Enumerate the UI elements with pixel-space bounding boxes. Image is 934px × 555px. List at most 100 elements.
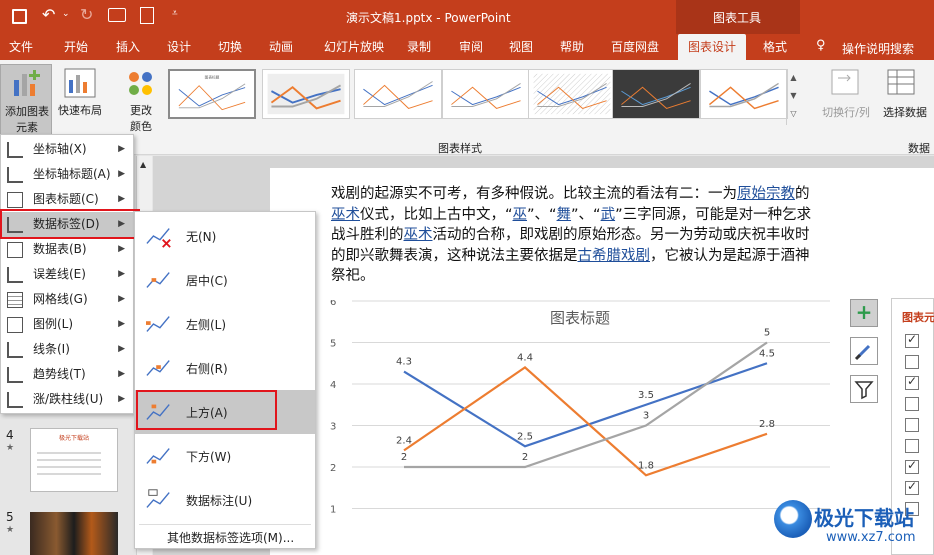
undo-icon[interactable]: ↶ [42, 5, 55, 24]
add-chart-element-button[interactable]: 添加图表 元素 [0, 64, 52, 136]
chart-style-7[interactable] [700, 69, 788, 119]
tab-view[interactable]: 视图 [500, 34, 542, 60]
slide-5-thumbnail[interactable] [30, 512, 118, 555]
submenu-item-center[interactable]: 居中(C) [135, 258, 315, 302]
label-above-icon [146, 404, 170, 420]
tab-help[interactable]: 帮助 [551, 34, 593, 60]
data-label[interactable]: 2 [522, 452, 528, 463]
submenu-item-none[interactable]: 无(N) [135, 214, 315, 258]
tab-home[interactable]: 开始 [55, 34, 97, 60]
link-witchcraft[interactable]: 巫术 [331, 207, 360, 223]
chart-style-5[interactable] [528, 69, 616, 119]
tab-animations[interactable]: 动画 [260, 34, 302, 60]
menu-item-error-bars[interactable]: 误差线(E) ▶ [1, 262, 133, 287]
menu-item-trendline[interactable]: 趋势线(T) ▶ [1, 362, 133, 387]
data-label[interactable]: 3 [643, 411, 649, 422]
chart-style-4[interactable] [442, 69, 530, 119]
redo-icon[interactable]: ↻ [80, 5, 93, 24]
link-greek-drama[interactable]: 古希腊戏剧 [578, 248, 651, 264]
y-tick-label: 4 [330, 380, 336, 391]
select-data-button[interactable]: 选择数据 [876, 68, 934, 132]
menu-item-up-down-bars[interactable]: 涨/跌柱线(U) ▶ [1, 387, 133, 412]
slide-4-thumbnail[interactable]: 极光下载站 [30, 428, 118, 492]
menu-item-gridlines[interactable]: 网格线(G) ▶ [1, 287, 133, 312]
chart-title-icon [7, 192, 23, 208]
tab-baidu[interactable]: 百度网盘 [604, 34, 666, 60]
tab-format[interactable]: 格式 [754, 34, 796, 60]
chart-tools-label: 图表工具 [713, 11, 762, 25]
chart-style-2[interactable] [262, 69, 350, 119]
scroll-up-icon[interactable]: ▲ [140, 160, 146, 169]
checkbox-error-bars[interactable] [905, 439, 919, 453]
preview-icon[interactable] [140, 7, 154, 24]
lines-icon [7, 342, 23, 358]
menu-item-legend[interactable]: 图例(L) ▶ [1, 312, 133, 337]
link-witchcraft-2[interactable]: 巫术 [404, 227, 433, 243]
link-martial[interactable]: 武 [601, 207, 616, 223]
menu-item-axes[interactable]: 坐标轴(X) ▶ [1, 137, 133, 162]
data-label[interactable]: 1.8 [638, 460, 654, 471]
customize-qat-icon[interactable]: ⩡ [172, 8, 178, 19]
tab-transitions[interactable]: 切换 [209, 34, 251, 60]
tab-insert[interactable]: 插入 [107, 34, 149, 60]
menu-item-axis-titles[interactable]: 坐标轴标题(A) ▶ [1, 162, 133, 187]
checkbox-legend[interactable] [905, 479, 919, 495]
chart-title[interactable]: 图表标题 [550, 309, 610, 327]
tab-record[interactable]: 录制 [398, 34, 440, 60]
undo-dropdown-icon[interactable]: ⌄ [62, 9, 70, 19]
link-original-religion[interactable]: 原始宗教 [737, 186, 795, 202]
submenu-more-options[interactable]: 其他数据标签选项(M)... [167, 529, 294, 546]
tab-design[interactable]: 设计 [158, 34, 200, 60]
chart-elements-button[interactable]: + [850, 299, 878, 327]
menu-item-data-table[interactable]: 数据表(B) ▶ [1, 237, 133, 262]
link-wu[interactable]: 巫 [513, 207, 528, 223]
data-label[interactable]: 5 [764, 328, 770, 339]
data-label[interactable]: 4.5 [759, 348, 775, 359]
quick-layout-button[interactable]: 快速布局 [54, 64, 106, 136]
checkbox-gridlines[interactable] [905, 458, 919, 474]
data-label[interactable]: 4.3 [396, 357, 412, 368]
chart-style-6[interactable] [612, 69, 700, 119]
data-label[interactable]: 2.5 [517, 431, 533, 442]
chart-styles-button[interactable] [850, 337, 878, 365]
tab-slideshow[interactable]: 幻灯片放映 [312, 34, 396, 60]
tab-review[interactable]: 审阅 [450, 34, 492, 60]
tab-chart-design[interactable]: 图表设计 [678, 34, 746, 60]
change-colors-button[interactable]: 更改 颜色 [118, 64, 164, 136]
menu-item-lines[interactable]: 线条(I) ▶ [1, 337, 133, 362]
checkbox-chart-title[interactable] [905, 374, 919, 390]
text-run: 戏剧的起源实不可考，有多种假说。比较主流的看法有二：一为 [331, 186, 737, 202]
tab-file[interactable]: 文件 [0, 34, 42, 60]
lightbulb-icon[interactable]: ♀ [816, 38, 826, 53]
submenu-item-left[interactable]: 左侧(L) [135, 302, 315, 346]
y-tick-label: 3 [330, 422, 336, 433]
menu-item-data-labels[interactable]: 数据标签(D) ▶ [1, 212, 133, 237]
checkbox-data-labels[interactable] [905, 397, 919, 411]
switch-row-column-button[interactable]: 切换行/列 [816, 68, 872, 132]
data-label[interactable]: 3.5 [638, 390, 654, 401]
chart-filters-button[interactable] [850, 375, 878, 403]
label-left-icon [146, 316, 170, 332]
checkbox-data-table[interactable] [905, 418, 919, 432]
series-line-1[interactable] [403, 362, 768, 448]
data-label[interactable]: 4.4 [517, 352, 533, 363]
gallery-scroll[interactable]: ▲ ▼ ▽ [786, 69, 800, 125]
submenu-item-below[interactable]: 下方(W) [135, 434, 315, 478]
data-label[interactable]: 2 [401, 452, 407, 463]
chart-style-1[interactable]: 图表标题 [168, 69, 256, 119]
chart-style-3[interactable] [354, 69, 442, 119]
submenu-item-right[interactable]: 右侧(R) [135, 346, 315, 390]
slide-paragraph[interactable]: 戏剧的起源实不可考，有多种假说。比较主流的看法有二：一为原始宗教的巫术仪式，比如… [331, 184, 819, 287]
link-dance[interactable]: 舞 [557, 207, 572, 223]
checkbox-axes[interactable] [905, 332, 919, 348]
submenu-item-callout[interactable]: 数据标注(U) [135, 478, 315, 522]
submenu-item-above[interactable]: 上方(A) [135, 390, 315, 434]
data-label[interactable]: 2.4 [396, 435, 412, 446]
tell-me-search[interactable]: 操作说明搜索 [842, 40, 914, 57]
data-label[interactable]: 2.8 [759, 419, 775, 430]
save-icon[interactable] [12, 9, 27, 24]
menu-item-chart-title[interactable]: 图表标题(C) ▶ [1, 187, 133, 212]
present-icon[interactable] [108, 8, 126, 22]
checkbox-axis-titles[interactable] [905, 355, 919, 369]
line-chart[interactable]: 图表标题 1 2 3 4 5 6 4.3 2.5 3.5 4.5 2.4 4.4 1.8 2.8 2 2 3 5 [330, 300, 850, 555]
